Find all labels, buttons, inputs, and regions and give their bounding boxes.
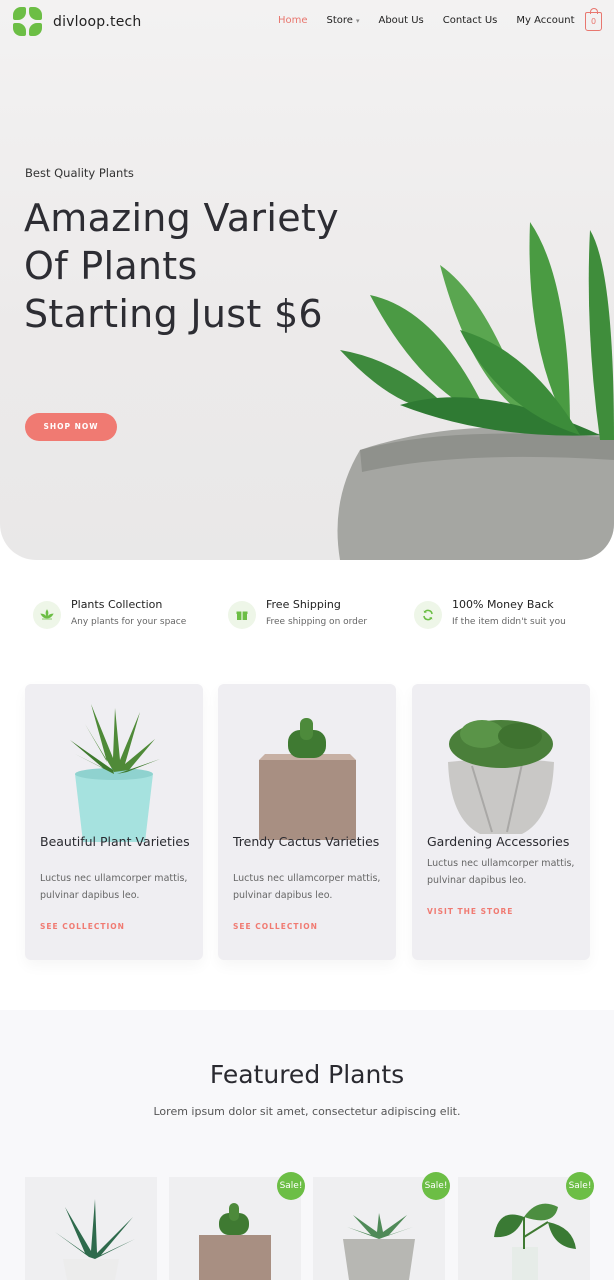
nav-contact[interactable]: Contact Us [443,15,498,26]
visit-store-link[interactable]: VISIT THE STORE [427,907,513,916]
featured-subtitle: Lorem ipsum dolor sit amet, consectetur … [153,1105,461,1118]
collection-card-plants[interactable]: Beautiful Plant Varieties Luctus nec ull… [25,684,203,960]
lotus-icon [33,601,61,629]
hero-succulent-image [337,222,614,560]
card-title: Gardening Accessories [427,834,570,849]
hero-title: Amazing Variety Of Plants Starting Just … [24,196,339,336]
card-title: Beautiful Plant Varieties [40,834,190,849]
cart-button[interactable]: 0 [585,8,602,31]
nav-account[interactable]: My Account [516,15,574,26]
features-row: Plants Collection Any plants for your sp… [0,598,614,638]
nav-store-label: Store [326,15,353,26]
nav-store[interactable]: Store ▾ [327,15,360,26]
card-text: Luctus nec ullamcorper mattis, pulvinar … [427,858,575,886]
sale-badge: Sale! [566,1172,594,1200]
feature-title: Plants Collection [71,598,163,611]
feature-money-back: 100% Money Back If the item didn't suit … [414,598,566,629]
nav-about[interactable]: About Us [378,15,423,26]
collection-card-accessories[interactable]: Gardening Accessories Luctus nec ullamco… [412,684,590,960]
gift-icon [228,601,256,629]
feature-subtitle: Free shipping on order [266,617,368,627]
moss-bowl-image [448,720,554,834]
refresh-icon [414,601,442,629]
hero-section: Best Quality Plants Amazing Variety Of P… [0,0,614,560]
featured-title: Featured Plants [209,1060,405,1089]
cactus-pot-image [259,718,356,840]
feature-title: Free Shipping [266,598,341,611]
logo-icon [13,7,43,37]
product-card[interactable] [25,1177,157,1280]
feature-subtitle: If the item didn't suit you [452,617,566,627]
see-collection-link[interactable]: SEE COLLECTION [40,922,125,931]
shop-now-button[interactable]: SHOP NOW [25,413,117,441]
site-header: divloop.tech Home Store ▾ About Us Contac… [0,0,614,44]
feature-plants-collection: Plants Collection Any plants for your sp… [33,598,186,629]
sale-badge: Sale! [422,1172,450,1200]
feature-subtitle: Any plants for your space [71,617,187,627]
product-image [55,1199,135,1280]
logo-text: divloop.tech [53,14,142,30]
see-collection-link[interactable]: SEE COLLECTION [233,922,318,931]
card-text: Luctus nec ullamcorper mattis, pulvinar … [233,873,381,901]
hero-eyebrow: Best Quality Plants [25,166,134,180]
site-logo[interactable]: divloop.tech [13,7,142,37]
collection-card-cactus[interactable]: Trendy Cactus Varieties Luctus nec ullam… [218,684,396,960]
main-nav: Home Store ▾ About Us Contact Us My Accou… [278,15,594,26]
chevron-down-icon: ▾ [355,17,360,25]
sale-badge: Sale! [277,1172,305,1200]
cart-count: 0 [590,17,597,26]
aloe-plant-image [70,704,160,842]
feature-title: 100% Money Back [452,598,554,611]
card-text: Luctus nec ullamcorper mattis, pulvinar … [40,873,188,901]
card-title: Trendy Cactus Varieties [233,834,380,849]
feature-free-shipping: Free Shipping Free shipping on order [228,598,367,629]
nav-home[interactable]: Home [278,15,308,26]
